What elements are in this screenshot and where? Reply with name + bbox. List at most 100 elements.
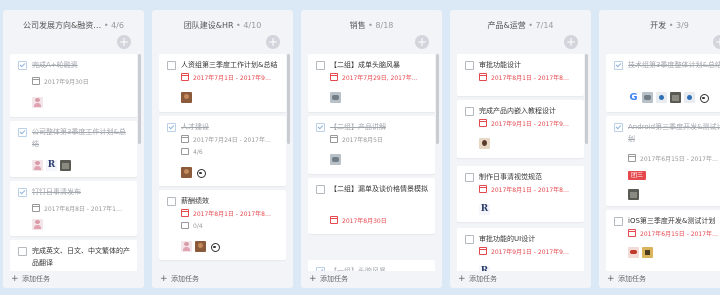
calendar-icon: [479, 185, 487, 193]
task-card[interactable]: 公司整体第3季度工作计划&总结 R: [10, 121, 137, 177]
avatar[interactable]: [195, 241, 206, 252]
task-title: 完成英文、日文、中文繁体的产品翻译: [32, 247, 130, 267]
avatar[interactable]: R: [46, 160, 57, 171]
task-checkbox[interactable]: [465, 107, 474, 116]
task-card[interactable]: Android第三季度开发&测试计划 2017年6月15日 - 2017年… 团三: [606, 116, 720, 206]
avatar[interactable]: [181, 92, 192, 103]
kanban-board: 公司发展方向&融资… • 4/6 + 完成A+轮融资 2017年9月30日 公司整体第3…: [0, 0, 720, 295]
task-card[interactable]: 完成A+轮融资 2017年9月30日: [10, 54, 137, 117]
add-task-plus-icon[interactable]: +: [564, 35, 578, 49]
task-card[interactable]: 人资组第三季度工作计划&总结 2017年7月1日 - 2017年9…: [159, 54, 286, 112]
task-checkbox[interactable]: [316, 185, 325, 194]
task-date: 2017年6月15日 - 2017年…: [628, 229, 718, 240]
add-task-plus-icon[interactable]: +: [713, 35, 720, 49]
meta-text: 2017年9月1日 - 2017年9…: [491, 249, 569, 256]
task-card[interactable]: 钉钉日事清发布 2017年8月8日 - 2017年1…: [10, 181, 137, 236]
add-task-button[interactable]: + 添加任务: [450, 271, 591, 288]
add-task-button[interactable]: + 添加任务: [3, 271, 144, 288]
task-checkbox[interactable]: [167, 123, 176, 132]
task-date: 2017年8月8日 - 2017年1…: [32, 204, 122, 215]
task-checkbox[interactable]: [316, 61, 325, 70]
scrollbar[interactable]: [585, 54, 588, 144]
add-task-plus-icon[interactable]: +: [117, 35, 131, 49]
avatar[interactable]: [32, 160, 43, 171]
avatar[interactable]: [628, 247, 639, 258]
avatar[interactable]: [642, 92, 653, 103]
scrollbar[interactable]: [138, 54, 141, 144]
task-checkbox[interactable]: [465, 173, 474, 182]
task-card[interactable]: 【二组】漏单及谈价格情景模拟 2017年8月30日: [308, 178, 435, 234]
calendar-icon: [330, 216, 338, 224]
task-checkbox[interactable]: [465, 61, 474, 70]
avatar[interactable]: [181, 241, 192, 252]
task-checkbox[interactable]: [167, 197, 176, 206]
avatar[interactable]: [60, 160, 71, 171]
task-title: 完成产品内嵌入教程设计: [479, 107, 556, 115]
task-card[interactable]: 审批功能设计 2017年8月1日 - 2017年8…: [457, 54, 584, 96]
task-date: 2017年8月30日: [330, 216, 387, 227]
task-card[interactable]: 人才建设 2017年7月24日 - 2017年… 4/6: [159, 116, 286, 186]
task-card[interactable]: 制作日事清视觉规范 2017年8月1日 - 2017年8… R: [457, 166, 584, 222]
task-date: 2017年8月1日 - 2017年8…: [479, 185, 569, 196]
avatar[interactable]: [642, 247, 653, 258]
task-checkbox[interactable]: [614, 217, 623, 226]
task-checkbox[interactable]: [18, 247, 27, 256]
task-card[interactable]: 完成产品内嵌入教程设计 2017年9月1日 - 2017年9…: [457, 100, 584, 158]
avatar[interactable]: [330, 92, 341, 103]
calendar-icon: [479, 119, 487, 127]
task-title: 【二组】产品讲解: [330, 123, 386, 131]
avatar[interactable]: [479, 138, 490, 149]
task-column: 开发 • 3/9+技术组第3季度整体计划&总结GAndroid第三季度开发&测试…: [599, 10, 720, 288]
avatar[interactable]: [670, 92, 681, 103]
add-task-button[interactable]: + 添加任务: [599, 271, 720, 288]
task-checkbox[interactable]: [167, 61, 176, 70]
avatar[interactable]: [330, 154, 341, 165]
avatar[interactable]: R: [479, 204, 490, 215]
scrollbar[interactable]: [287, 54, 290, 144]
avatar[interactable]: [628, 189, 639, 200]
task-checkbox[interactable]: [18, 61, 27, 70]
task-card[interactable]: 【二组】成单头脑风暴 2017年7月29日, 2017年…: [308, 54, 435, 112]
task-title: 人资组第三季度工作计划&总结: [181, 61, 278, 69]
task-checkbox[interactable]: [465, 235, 474, 244]
task-date: 2017年8月1日 - 2017年8…: [181, 209, 271, 220]
meta-text: 2017年8月8日 - 2017年1…: [44, 206, 122, 213]
task-card[interactable]: 技术组第3季度整体计划&总结 G: [606, 54, 720, 112]
task-tag: 团三: [628, 171, 647, 180]
add-task-button[interactable]: + 添加任务: [301, 271, 442, 288]
task-date: 2017年8月1日 - 2017年8…: [479, 73, 569, 84]
task-title: Android第三季度开发&测试计划: [628, 123, 720, 143]
scrollbar[interactable]: [436, 54, 439, 144]
task-checkbox[interactable]: [316, 123, 325, 132]
avatar[interactable]: [32, 97, 43, 108]
add-task-button[interactable]: + 添加任务: [152, 271, 293, 288]
task-checkbox[interactable]: [18, 128, 27, 137]
avatar[interactable]: [209, 241, 220, 252]
avatar[interactable]: [698, 92, 709, 103]
calendar-icon: [181, 73, 189, 81]
column-title: 开发: [650, 21, 667, 30]
add-task-label: 添加任务: [469, 275, 497, 283]
avatar[interactable]: [195, 167, 206, 178]
column-count-separator: •: [525, 21, 536, 30]
avatar[interactable]: [32, 219, 43, 230]
task-title: 完成A+轮融资: [32, 61, 78, 69]
avatar[interactable]: [181, 167, 192, 178]
avatar[interactable]: [656, 92, 667, 103]
add-task-label: 添加任务: [320, 275, 348, 283]
meta-text: 2017年7月1日 - 2017年9…: [193, 75, 271, 82]
task-card[interactable]: 薪酬绩效 2017年8月1日 - 2017年8… 0/4: [159, 190, 286, 260]
task-card[interactable]: iOS第三季度开发&测试计划 2017年6月15日 - 2017年…: [606, 210, 720, 278]
add-task-plus-icon[interactable]: +: [266, 35, 280, 49]
task-card[interactable]: 【二组】产品讲解 2017年8月5日: [308, 116, 435, 174]
task-checkbox[interactable]: [18, 188, 27, 197]
task-checkbox[interactable]: [614, 123, 623, 132]
avatar[interactable]: [684, 92, 695, 103]
task-date: 2017年6月15日 - 2017年…: [628, 154, 718, 165]
add-task-plus-icon[interactable]: +: [415, 35, 429, 49]
avatar[interactable]: G: [628, 92, 639, 103]
card-list: 审批功能设计 2017年8月1日 - 2017年8… 完成产品内嵌入教程设计 2017…: [457, 54, 584, 278]
task-checkbox[interactable]: [614, 61, 623, 70]
column-title: 团队建设&HR: [183, 21, 234, 30]
meta-text: 2017年9月1日 - 2017年9…: [491, 121, 569, 128]
